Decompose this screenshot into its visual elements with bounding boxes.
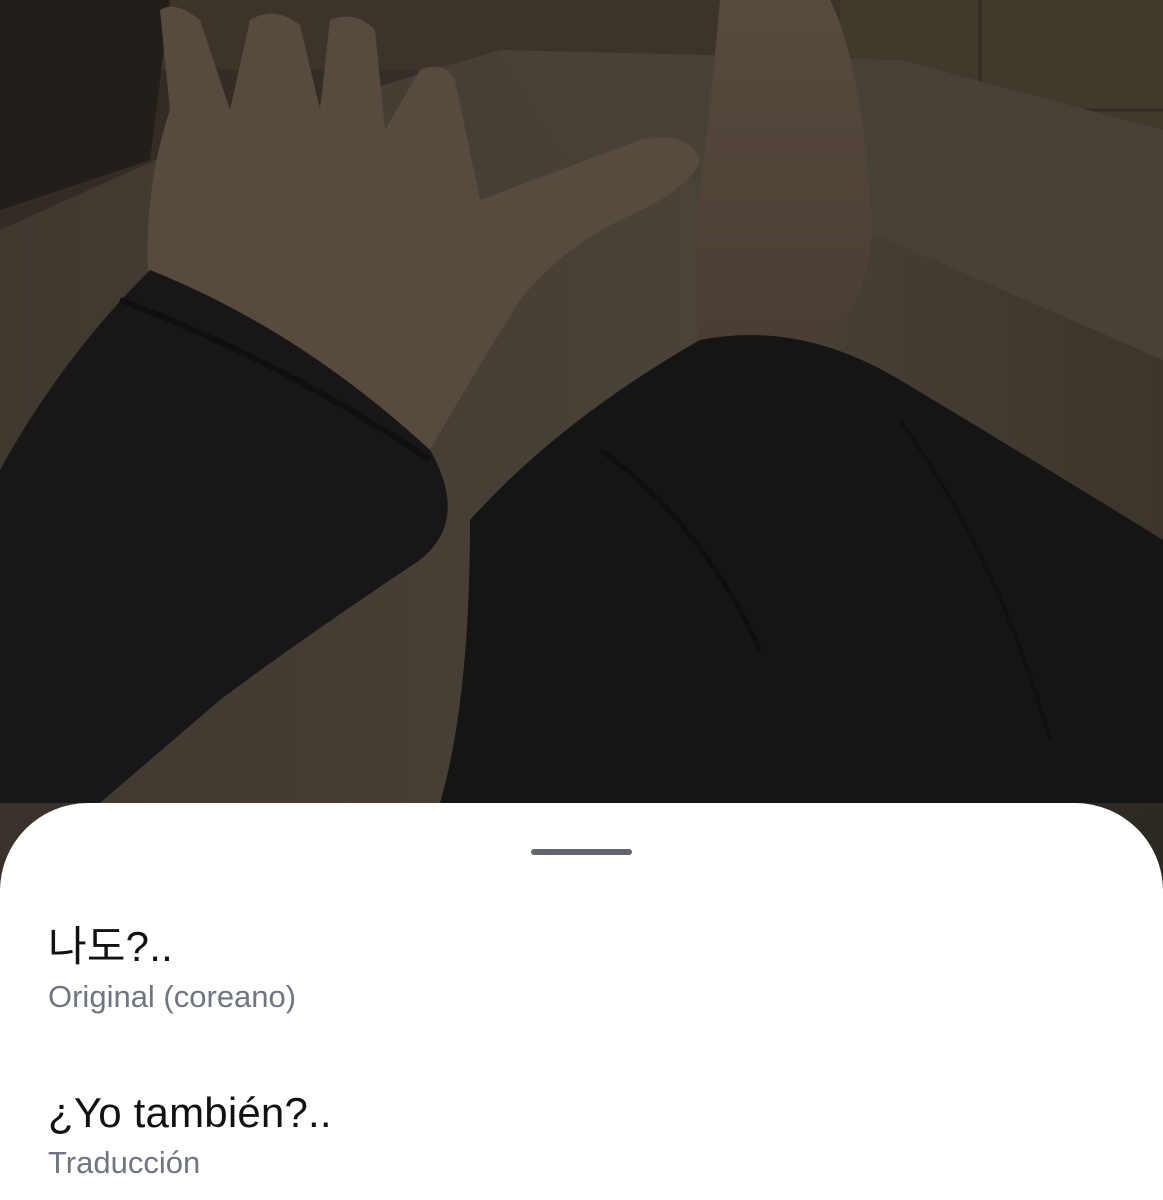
original-text: 나도?.. — [48, 923, 173, 970]
translation-sheet: 나도?.. Original (coreano) ¿Yo también?.. … — [0, 803, 1163, 1200]
original-language-label: Original (coreano) — [48, 979, 297, 1014]
translation-screen: 나도?.. Original (coreano) ¿Yo también?.. … — [0, 0, 1163, 1200]
sheet-grabber-handle[interactable] — [531, 849, 632, 855]
translation-entry: ¿Yo también?.. Traducción — [48, 1087, 332, 1181]
translation-label: Traducción — [48, 1145, 201, 1180]
original-entry: 나도?.. Original (coreano) — [48, 921, 296, 1015]
translated-text: ¿Yo también?.. — [48, 1089, 332, 1136]
